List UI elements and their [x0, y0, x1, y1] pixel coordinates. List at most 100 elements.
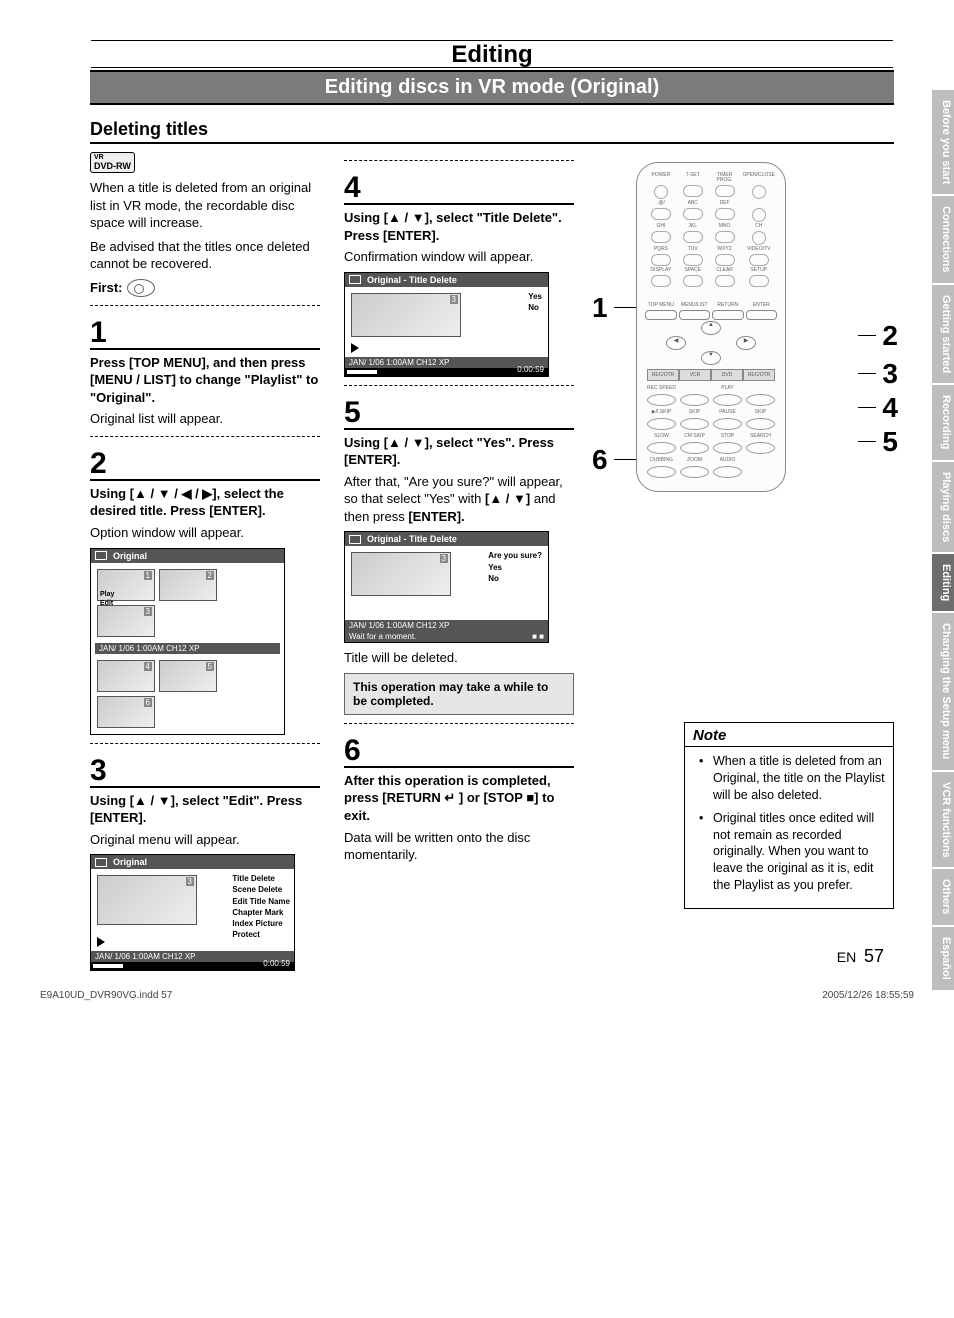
opt-yes: Yes — [488, 562, 542, 573]
tab-changing-setup[interactable]: Changing the Setup menu — [932, 613, 954, 771]
clear-button[interactable] — [715, 275, 735, 287]
key-1[interactable] — [651, 208, 671, 220]
ff[interactable] — [746, 394, 775, 406]
step-2-screen: Original 1PlayEdit 2 3 JAN/ 1/06 1:00AM … — [90, 548, 285, 735]
zoom[interactable] — [680, 466, 709, 478]
disc-icon — [127, 279, 155, 297]
dpad-down[interactable]: ▼ — [701, 351, 721, 365]
key-6[interactable] — [715, 231, 735, 243]
step-6-number: 6 — [344, 736, 574, 768]
timer-button[interactable] — [715, 185, 735, 197]
display-button[interactable] — [651, 275, 671, 287]
remote-keypad: POWERT-SETTIMER PROG.OPEN/CLOSE .@/ABCDE… — [647, 173, 775, 287]
opt: Chapter Mark — [232, 907, 290, 918]
confirm-options: Yes No — [528, 291, 542, 313]
audio[interactable] — [713, 466, 742, 478]
remote-diagram: 1 6 POWERT-SETTIMER PROG.OPEN/CLOSE .@/A… — [598, 162, 894, 522]
step-1-after: Original list will appear. — [90, 410, 320, 428]
key-3[interactable] — [715, 208, 735, 220]
rew[interactable] — [680, 394, 709, 406]
iskip[interactable] — [647, 418, 676, 430]
return-button[interactable] — [712, 310, 744, 320]
step-2-instr: Using [▲ / ▼ / ◀ / ▶], select the desire… — [90, 485, 320, 520]
intro-p2: Be advised that the titles once deleted … — [90, 238, 320, 273]
timecode: 0:00:59 — [263, 959, 290, 968]
play-button[interactable] — [713, 394, 742, 406]
key-9[interactable] — [715, 254, 735, 266]
timecode: 0:00:59 — [517, 365, 544, 374]
skip-back[interactable] — [680, 418, 709, 430]
step-4-after: Confirmation window will appear. — [344, 248, 574, 266]
info-box: This operation may take a while to be co… — [344, 673, 574, 715]
dpad-right[interactable]: ▶ — [736, 336, 756, 350]
tab-others[interactable]: Others — [932, 869, 954, 926]
thumb: 3 — [351, 293, 461, 337]
first-label: First: — [90, 280, 123, 295]
tab-vcr-functions[interactable]: VCR functions — [932, 772, 954, 870]
rec-speed[interactable] — [647, 394, 676, 406]
tab-playing-discs[interactable]: Playing discs — [932, 462, 954, 554]
page: Editing Editing discs in VR mode (Origin… — [0, 0, 954, 1017]
tab-before-you-start[interactable]: Before you start — [932, 90, 954, 196]
key-8[interactable] — [683, 254, 703, 266]
tab-connections[interactable]: Connections — [932, 196, 954, 285]
divider — [90, 743, 320, 744]
note-list: When a title is deleted from an Original… — [685, 747, 893, 908]
key-2[interactable] — [683, 208, 703, 220]
mode-rec[interactable]: REC/OTR — [647, 369, 679, 381]
tab-editing[interactable]: Editing — [932, 554, 954, 613]
skip-fwd[interactable] — [746, 418, 775, 430]
screen-caption: JAN/ 1/06 1:00AM CH12 XP — [345, 620, 548, 631]
thumb: 5 — [159, 660, 217, 692]
step-4-number: 4 — [344, 173, 574, 205]
step-2-number: 2 — [90, 449, 320, 481]
screen-title: Original - Title Delete — [367, 534, 457, 544]
title-outline: Editing — [90, 40, 894, 68]
step-1-instr: Press [TOP MENU], and then press [MENU /… — [90, 354, 320, 407]
video-tv[interactable] — [749, 254, 769, 266]
mode-dvd[interactable]: DVD — [711, 369, 743, 381]
tab-recording[interactable]: Recording — [932, 385, 954, 461]
step-6-after: Data will be written onto the disc momen… — [344, 829, 574, 864]
key-4[interactable] — [651, 231, 671, 243]
dpad-left[interactable]: ◀ — [666, 336, 686, 350]
cm-skip[interactable] — [680, 442, 709, 454]
opt: Edit Title Name — [232, 896, 290, 907]
step-3-screen: Original 3 Title Delete Scene Delete Edi… — [90, 854, 295, 971]
mode-rec2[interactable]: REC/OTR — [743, 369, 775, 381]
search[interactable] — [746, 442, 775, 454]
stop-button[interactable] — [713, 442, 742, 454]
power-button[interactable] — [654, 185, 668, 199]
dvd-rw-badge: VRDVD-RW — [90, 152, 320, 173]
top-menu-button[interactable] — [645, 310, 677, 320]
key-0[interactable] — [683, 275, 703, 287]
thumb: 6 — [97, 696, 155, 728]
note-heading: Note — [685, 723, 893, 747]
slow[interactable] — [647, 442, 676, 454]
step-4-screen: Original - Title Delete 3 Yes No JAN/ 1/… — [344, 272, 549, 377]
key-5[interactable] — [683, 231, 703, 243]
thumb: 4 — [97, 660, 155, 692]
key-7[interactable] — [651, 254, 671, 266]
tab-espanol[interactable]: Español — [932, 927, 954, 992]
print-footer: E9A10UD_DVR90VG.indd 57 2005/12/26 18:55… — [40, 990, 914, 1001]
wait-row: Wait for a moment.■ ■ — [345, 631, 548, 642]
step-3-number: 3 — [90, 756, 320, 788]
callout-4: 4 — [882, 392, 898, 424]
pause-button[interactable] — [713, 418, 742, 430]
open-close-button[interactable] — [752, 185, 766, 199]
callout-3: 3 — [882, 358, 898, 390]
opt-yes: Yes — [528, 291, 542, 302]
tab-getting-started[interactable]: Getting started — [932, 285, 954, 385]
print-file: E9A10UD_DVR90VG.indd 57 — [40, 990, 172, 1001]
dubbing[interactable] — [647, 466, 676, 478]
tset-button[interactable] — [683, 185, 703, 197]
dpad-up[interactable]: ▲ — [701, 321, 721, 335]
mode-vcr[interactable]: VCR — [679, 369, 711, 381]
step-6-instr: After this operation is completed, press… — [344, 772, 574, 825]
menu-list-button[interactable] — [679, 310, 711, 320]
setup-button[interactable] — [749, 275, 769, 287]
ch-up[interactable] — [752, 208, 766, 222]
ch-down[interactable] — [752, 231, 766, 245]
enter-button[interactable] — [746, 310, 778, 320]
